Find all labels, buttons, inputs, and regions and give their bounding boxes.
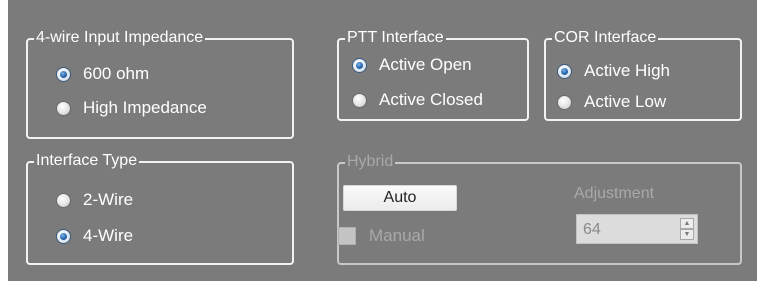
radio-label: 600 ohm [83, 64, 150, 83]
radio-unselected-icon [56, 100, 71, 116]
radio-active-low[interactable]: Active Low [557, 92, 666, 112]
interface-type-group: Interface Type [26, 151, 294, 265]
interface-type-group-title: Interface Type [34, 151, 140, 171]
spin-down-icon[interactable]: ▼ [680, 229, 694, 240]
radio-unselected-icon [56, 192, 71, 208]
manual-checkbox[interactable]: Manual [338, 226, 425, 246]
radio-label: 4-Wire [83, 226, 134, 245]
radio-selected-icon [557, 63, 572, 79]
radio-label: Active High [584, 61, 670, 80]
radio-label: Active Closed [379, 90, 483, 109]
ptt-group-title: PTT Interface [345, 28, 446, 48]
adjustment-spinbox[interactable]: 64 ▲ ▼ [576, 214, 698, 244]
radio-unselected-icon [352, 92, 367, 108]
radio-active-open[interactable]: Active Open [352, 55, 472, 75]
radio-label: Active Low [584, 92, 667, 111]
radio-unselected-icon [557, 94, 572, 110]
spin-up-icon[interactable]: ▲ [680, 218, 694, 229]
radio-label: Active Open [379, 55, 472, 74]
radio-label: 2-Wire [83, 190, 134, 209]
manual-label: Manual [369, 226, 425, 245]
radio-selected-icon [352, 57, 367, 73]
cor-group-title: COR Interface [552, 28, 659, 48]
radio-label: High Impedance [83, 98, 207, 117]
impedance-group-title: 4-wire Input Impedance [34, 28, 206, 48]
radio-high-impedance[interactable]: High Impedance [56, 98, 207, 118]
radio-active-closed[interactable]: Active Closed [352, 90, 483, 110]
hybrid-group-title: Hybrid [345, 152, 396, 172]
impedance-group: 4-wire Input Impedance [26, 28, 294, 139]
adjustment-value: 64 [583, 221, 601, 238]
checkbox-icon [338, 227, 356, 245]
radio-selected-icon [56, 228, 71, 244]
radio-2-wire[interactable]: 2-Wire [56, 190, 133, 210]
auto-button[interactable]: Auto [343, 185, 457, 211]
adjustment-label: Adjustment [574, 185, 655, 202]
radio-active-high[interactable]: Active High [557, 61, 670, 81]
radio-600-ohm[interactable]: 600 ohm [56, 64, 149, 84]
radio-selected-icon [56, 66, 71, 82]
spin-arrows: ▲ ▼ [680, 218, 694, 240]
radio-4-wire[interactable]: 4-Wire [56, 226, 133, 246]
